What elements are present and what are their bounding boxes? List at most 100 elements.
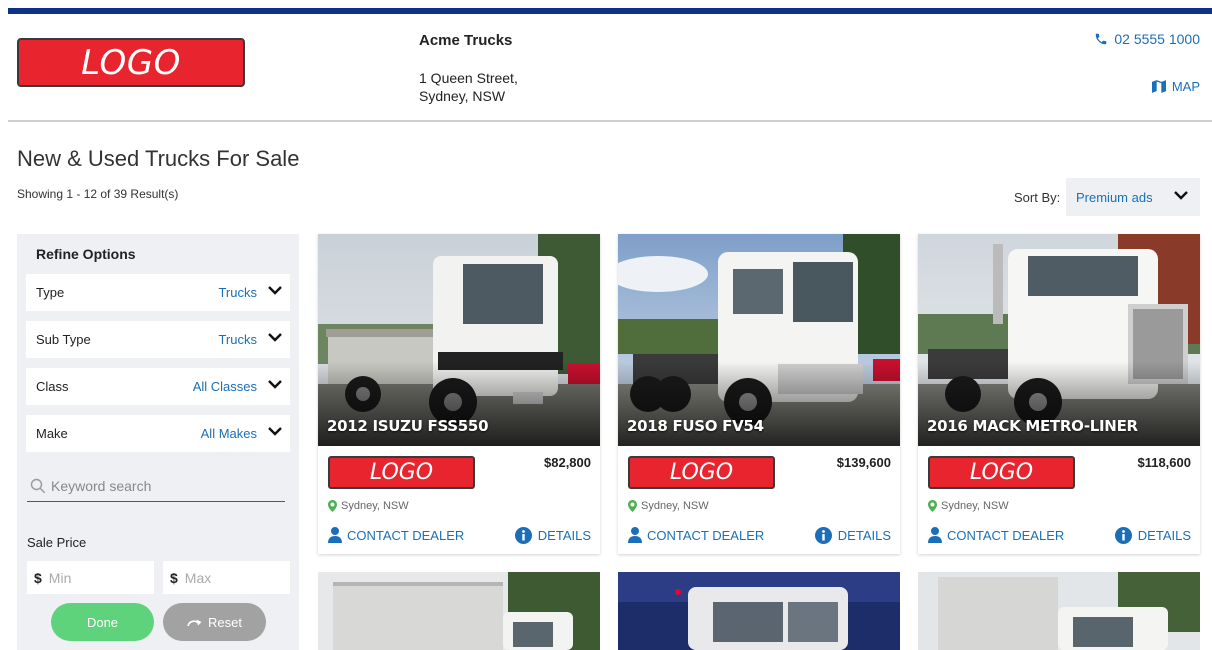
truck-photo[interactable]	[918, 234, 1200, 446]
sort-select[interactable]: Premium ads	[1066, 178, 1200, 216]
sort-label: Sort By:	[1014, 190, 1061, 205]
filter-value: Trucks	[218, 332, 257, 347]
dealer-logo: LOGO	[628, 456, 775, 489]
filter-class[interactable]: Class All Classes	[26, 368, 290, 405]
listing-card[interactable]: 2012 ISUZU FSS550 LOGO $82,800 Sydney, N…	[318, 234, 600, 554]
contact-label: CONTACT DEALER	[947, 527, 1065, 543]
map-link[interactable]: MAP	[1151, 79, 1200, 94]
details-button[interactable]: DETAILS	[514, 527, 591, 544]
truck-photo[interactable]	[618, 234, 900, 446]
listing-card[interactable]: 2018 FUSO FV54 LOGO $139,600 Sydney, NSW…	[618, 234, 900, 554]
chevron-down-icon	[268, 380, 282, 389]
listing-card[interactable]: 2016 MACK METRO-LINER LOGO $118,600 Sydn…	[918, 234, 1200, 554]
location-pin-icon	[928, 500, 937, 512]
location-pin-icon	[628, 500, 637, 512]
truck-image	[618, 234, 900, 446]
phone-icon	[1096, 33, 1107, 45]
price-min-input[interactable]: $ Min	[27, 561, 154, 594]
dealer-address-line2: Sydney, NSW	[419, 88, 506, 104]
filter-type[interactable]: Type Trucks	[26, 274, 290, 311]
contact-label: CONTACT DEALER	[347, 527, 465, 543]
truck-image	[318, 572, 600, 650]
filter-make[interactable]: Make All Makes	[26, 415, 290, 452]
location-text: Sydney, NSW	[641, 500, 709, 512]
filter-label: Class	[36, 379, 69, 394]
dealer-logo: LOGO	[928, 456, 1075, 489]
contact-dealer-button[interactable]: CONTACT DEALER	[928, 527, 1064, 543]
keyword-placeholder: Keyword search	[51, 477, 152, 494]
filter-value: All Classes	[192, 379, 257, 394]
dealer-name: Acme Trucks	[419, 32, 513, 49]
chevron-down-icon	[268, 427, 282, 436]
filter-sub-type[interactable]: Sub Type Trucks	[26, 321, 290, 358]
price-max-input[interactable]: $ Max	[163, 561, 290, 594]
chevron-down-icon	[268, 333, 282, 342]
details-button[interactable]: DETAILS	[814, 527, 891, 544]
results-count: Showing 1 - 12 of 39 Result(s)	[17, 187, 179, 201]
person-icon	[928, 527, 942, 543]
keyword-search-input[interactable]: Keyword search	[27, 470, 285, 502]
listing-price: $139,600	[836, 455, 891, 470]
truck-image	[618, 572, 900, 650]
reset-button[interactable]: Reset	[163, 603, 266, 641]
listing-location: Sydney, NSW	[328, 500, 409, 512]
dealer-logo[interactable]: LOGO	[17, 38, 245, 87]
logo-text: LOGO	[969, 460, 1034, 485]
phone-link[interactable]: 02 5555 1000	[1094, 31, 1200, 47]
logo-text: LOGO	[669, 460, 734, 485]
listing-card-partial[interactable]	[318, 572, 600, 650]
header-divider	[8, 120, 1212, 122]
truck-image	[318, 234, 600, 446]
map-label: MAP	[1171, 79, 1200, 94]
listing-card-partial[interactable]	[618, 572, 900, 650]
person-icon	[328, 527, 342, 543]
filter-label: Type	[36, 285, 65, 300]
listing-location: Sydney, NSW	[628, 500, 709, 512]
details-label: DETAILS	[1137, 528, 1191, 543]
filter-label: Sub Type	[36, 332, 91, 347]
truck-photo[interactable]	[318, 234, 600, 446]
dealer-logo: LOGO	[328, 456, 475, 489]
details-label: DETAILS	[537, 528, 591, 543]
truck-image	[918, 572, 1200, 650]
listing-price: $118,600	[1137, 455, 1191, 470]
phone-number: 02 5555 1000	[1114, 31, 1200, 47]
search-icon	[30, 478, 46, 493]
map-icon	[1151, 80, 1166, 93]
listing-card-partial[interactable]	[918, 572, 1200, 650]
listing-price: $82,800	[544, 455, 591, 470]
chevron-down-icon	[268, 286, 282, 295]
page-title: New & Used Trucks For Sale	[17, 146, 300, 171]
details-label: DETAILS	[837, 528, 891, 543]
filter-value: Trucks	[218, 285, 257, 300]
logo-text: LOGO	[81, 42, 181, 83]
filter-value: All Makes	[200, 426, 257, 441]
refine-sidebar: Refine Options Type Trucks Sub Type Truc…	[17, 234, 299, 650]
dealer-address-line1: 1 Queen Street,	[419, 70, 518, 86]
redo-icon	[187, 619, 202, 627]
done-button[interactable]: Done	[51, 603, 154, 641]
contact-dealer-button[interactable]: CONTACT DEALER	[328, 527, 464, 543]
refine-title: Refine Options	[36, 246, 136, 262]
truck-image	[918, 234, 1200, 446]
contact-label: CONTACT DEALER	[647, 527, 765, 543]
location-text: Sydney, NSW	[941, 500, 1009, 512]
listing-title[interactable]: 2016 MACK METRO-LINER	[927, 417, 1138, 435]
logo-text: LOGO	[369, 460, 434, 485]
details-button[interactable]: DETAILS	[1114, 527, 1191, 544]
contact-dealer-button[interactable]: CONTACT DEALER	[628, 527, 764, 543]
listing-title[interactable]: 2012 ISUZU FSS550	[327, 417, 489, 435]
chevron-down-icon	[1174, 191, 1188, 200]
person-icon	[628, 527, 642, 543]
currency-symbol: $	[170, 569, 178, 586]
listing-location: Sydney, NSW	[928, 500, 1009, 512]
sale-price-label: Sale Price	[27, 535, 87, 550]
currency-symbol: $	[34, 569, 42, 586]
info-icon	[814, 527, 832, 544]
reset-label: Reset	[208, 614, 242, 630]
sort-value: Premium ads	[1076, 189, 1153, 205]
location-text: Sydney, NSW	[341, 500, 409, 512]
listing-title[interactable]: 2018 FUSO FV54	[627, 417, 764, 435]
max-placeholder: Max	[184, 569, 212, 586]
filter-label: Make	[36, 426, 68, 441]
